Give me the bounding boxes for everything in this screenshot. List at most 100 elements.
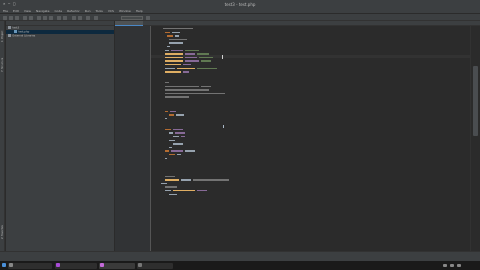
os-taskbar <box>0 261 480 270</box>
tree-external-libraries[interactable]: External Libraries <box>6 34 114 38</box>
project-tool-button[interactable]: 1: Project <box>1 23 5 49</box>
menu-item-view[interactable]: View <box>24 9 31 13</box>
taskbar-window-files[interactable] <box>137 262 173 269</box>
settings-icon[interactable] <box>72 15 76 20</box>
debug-icon[interactable] <box>146 15 150 20</box>
code-token <box>173 128 183 131</box>
help-icon[interactable] <box>86 15 90 20</box>
code-token <box>165 157 167 160</box>
code-token <box>169 154 175 156</box>
code-token <box>173 143 183 145</box>
code-token <box>163 28 193 30</box>
code-token <box>165 150 169 152</box>
code-token <box>185 56 197 59</box>
left-tool-strip: 1: Project 7: Structure 2: Favorites <box>0 21 5 261</box>
ide-icon <box>100 263 104 267</box>
mouse-cursor <box>223 125 224 128</box>
code-token <box>169 38 187 41</box>
menu-item-edit[interactable]: Edit <box>13 9 19 13</box>
code-token <box>165 96 189 98</box>
menu-item-file[interactable]: File <box>3 9 8 13</box>
menu-item-code[interactable]: Code <box>54 9 62 13</box>
code-token <box>183 64 191 66</box>
code-token <box>167 35 173 37</box>
maximize-icon[interactable]: □ <box>13 2 15 6</box>
code-token <box>165 82 169 84</box>
text-caret <box>222 54 223 59</box>
menu-item-vcs[interactable]: VCS <box>108 9 114 13</box>
copy-icon[interactable] <box>43 15 47 20</box>
line-number-gutter <box>115 26 151 251</box>
save-icon[interactable] <box>9 15 13 20</box>
code-token <box>165 49 169 52</box>
taskbar-window-browser[interactable] <box>55 262 97 269</box>
taskbar-window-terminal[interactable] <box>8 262 52 269</box>
code-token <box>169 193 177 196</box>
notification-icon[interactable] <box>457 263 461 267</box>
minimize-icon[interactable]: − <box>8 2 10 6</box>
scrollbar-thumb[interactable] <box>473 66 478 136</box>
replace-icon[interactable] <box>63 15 67 20</box>
back-icon[interactable] <box>23 15 27 20</box>
taskbar-window-ide[interactable] <box>99 262 135 269</box>
code-token <box>165 56 183 59</box>
close-icon[interactable]: ✕ <box>3 2 5 6</box>
open-icon[interactable] <box>3 15 7 20</box>
window-title: test3 - test.php <box>224 1 256 7</box>
run-icon[interactable] <box>94 15 98 20</box>
start-icon[interactable] <box>2 263 6 267</box>
code-token <box>171 49 183 52</box>
menu-item-refactor[interactable]: Refactor <box>67 9 80 13</box>
menu-item-run[interactable]: Run <box>85 9 91 13</box>
menu-item-help[interactable]: Help <box>136 9 143 13</box>
code-token <box>169 146 172 149</box>
code-token <box>201 85 211 88</box>
code-token <box>177 67 195 70</box>
code-token <box>169 42 183 44</box>
tree-label: test.php <box>18 30 30 34</box>
network-icon[interactable] <box>443 263 447 267</box>
code-token <box>172 31 180 34</box>
volume-icon[interactable] <box>450 263 454 267</box>
code-token <box>173 136 179 138</box>
editor-scrollbar[interactable] <box>470 26 480 251</box>
code-token <box>185 53 195 55</box>
code-token <box>165 190 171 192</box>
terminal-icon <box>9 263 13 267</box>
status-bar <box>0 251 480 261</box>
files-icon <box>138 263 142 267</box>
code-token <box>169 114 174 116</box>
code-token <box>181 179 191 181</box>
find-icon[interactable] <box>57 15 61 20</box>
structure-tool-button[interactable]: 7: Structure <box>1 51 5 79</box>
code-token <box>170 110 176 113</box>
code-token <box>175 35 179 37</box>
tree-label: test3 <box>12 26 20 30</box>
code-editor[interactable] <box>151 26 470 251</box>
toolbar <box>0 14 480 21</box>
structure-icon[interactable] <box>78 15 82 20</box>
code-token <box>165 89 209 91</box>
code-token <box>165 179 179 181</box>
code-token <box>165 128 171 131</box>
menu-item-window[interactable]: Window <box>119 9 131 13</box>
menu-item-tools[interactable]: Tools <box>95 9 102 13</box>
code-token <box>165 71 181 73</box>
sync-icon[interactable] <box>15 15 19 20</box>
favorites-tool-button[interactable]: 2: Favorites <box>1 217 5 247</box>
code-token <box>161 182 167 185</box>
paste-icon[interactable] <box>49 15 53 20</box>
code-token <box>165 175 175 178</box>
code-token <box>165 85 199 88</box>
code-token <box>185 49 199 52</box>
forward-icon[interactable] <box>29 15 33 20</box>
code-token <box>176 114 184 116</box>
code-token <box>167 46 170 48</box>
code-token <box>201 60 211 62</box>
code-token <box>185 60 199 62</box>
menu-item-navigate[interactable]: Navigate <box>36 9 49 13</box>
window-titlebar: test3 - test.php ✕ − □ <box>0 0 480 8</box>
cut-icon[interactable] <box>37 15 41 20</box>
run-config-select[interactable] <box>121 15 143 20</box>
code-token <box>165 118 167 120</box>
